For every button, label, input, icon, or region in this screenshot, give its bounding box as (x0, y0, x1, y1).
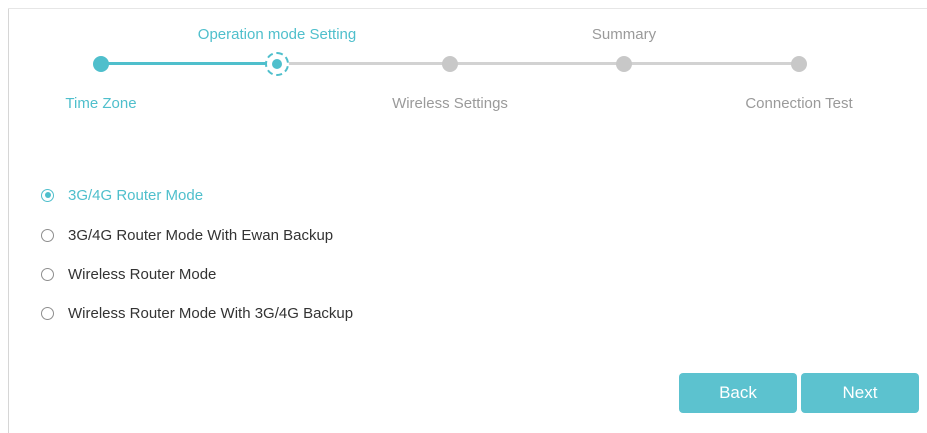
step-label-operation-mode: Operation mode Setting (197, 26, 357, 43)
stepper-remaining-track (277, 62, 799, 65)
panel-left-border (8, 8, 9, 433)
mode-option-label: 3G/4G Router Mode (68, 186, 204, 204)
panel-top-border (8, 8, 927, 9)
mode-option-wireless-router-3g4g-backup[interactable]: Wireless Router Mode With 3G/4G Backup (41, 303, 353, 323)
back-button[interactable]: Back (679, 373, 797, 413)
step-label-wireless-settings: Wireless Settings (392, 95, 508, 112)
step-label-summary: Summary (591, 26, 657, 43)
step-label-connection-test: Connection Test (745, 95, 853, 112)
mode-option-3g4g-router[interactable]: 3G/4G Router Mode (41, 185, 203, 205)
mode-option-3g4g-router-ewan-backup[interactable]: 3G/4G Router Mode With Ewan Backup (41, 225, 333, 245)
quick-setup-panel: Time Zone Operation mode Setting Wireles… (0, 0, 927, 433)
step-label-time-zone: Time Zone (65, 95, 137, 112)
radio-unchecked-icon[interactable] (41, 228, 54, 242)
step-dot-summary (616, 56, 632, 72)
step-dot-operation-mode (265, 52, 289, 76)
step-dot-wireless-settings (442, 56, 458, 72)
step-dot-time-zone (93, 56, 109, 72)
next-button[interactable]: Next (801, 373, 919, 413)
mode-option-label: Wireless Router Mode (68, 265, 217, 283)
radio-unchecked-icon[interactable] (41, 267, 54, 281)
mode-option-wireless-router[interactable]: Wireless Router Mode (41, 264, 216, 284)
step-dot-connection-test (791, 56, 807, 72)
radio-checked-icon[interactable] (41, 188, 54, 202)
mode-option-label: 3G/4G Router Mode With Ewan Backup (68, 226, 334, 244)
stepper-progress-track (101, 62, 277, 65)
mode-option-label: Wireless Router Mode With 3G/4G Backup (68, 304, 354, 322)
radio-unchecked-icon[interactable] (41, 306, 54, 320)
